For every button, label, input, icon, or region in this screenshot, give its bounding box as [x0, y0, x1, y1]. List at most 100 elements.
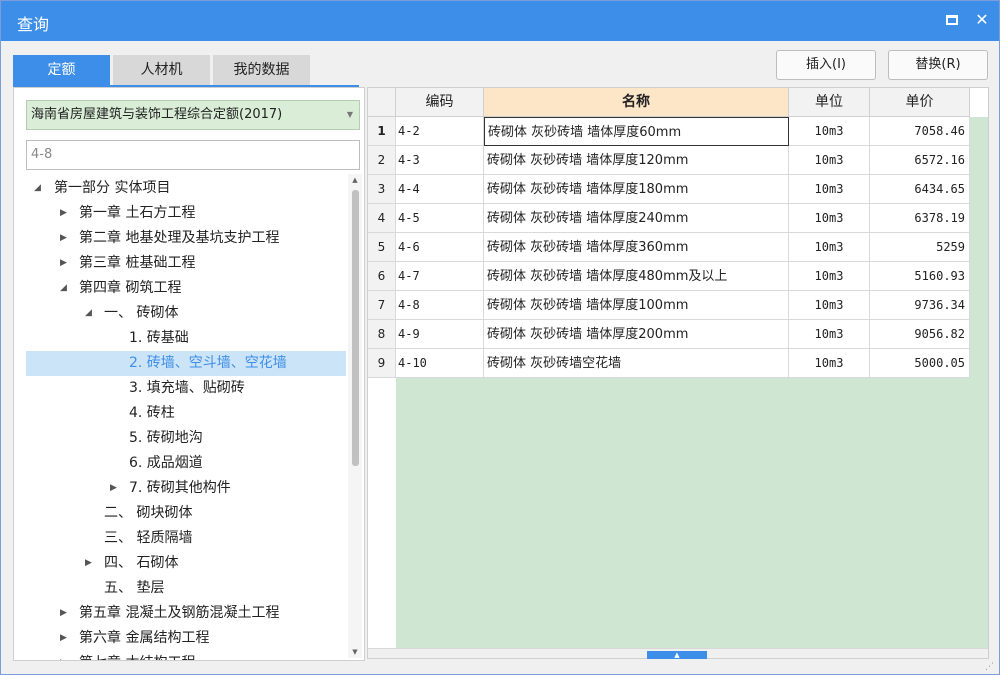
- quota-library-select[interactable]: 海南省房屋建筑与装饰工程综合定额(2017) ▼: [26, 100, 360, 130]
- tree-item-brick-column[interactable]: 4. 砖柱: [26, 401, 346, 426]
- tab-labor-material-machine[interactable]: 人材机: [113, 55, 210, 85]
- collapsed-icon[interactable]: ▶: [60, 651, 67, 660]
- tree-item-section-stone[interactable]: ▶ 四、 石砌体: [26, 551, 346, 576]
- close-icon[interactable]: ✕: [971, 9, 993, 31]
- tree-item-flue[interactable]: 6. 成品烟道: [26, 451, 346, 476]
- tree-item-chapter-5[interactable]: ▶ 第五章 混凝土及钢筋混凝土工程: [26, 601, 346, 626]
- cell-code[interactable]: 4-10: [396, 349, 484, 378]
- tree-item-section-cushion[interactable]: 五、 垫层: [26, 576, 346, 601]
- cell-price[interactable]: 5000.05: [870, 349, 970, 378]
- cell-unit[interactable]: 10m3: [789, 117, 870, 146]
- tab-quota[interactable]: 定额: [13, 55, 110, 85]
- maximize-icon[interactable]: [941, 9, 963, 31]
- cell-name[interactable]: 砖砌体 灰砂砖墙空花墙: [484, 349, 789, 378]
- tree-item-chapter-3[interactable]: ▶ 第三章 桩基础工程: [26, 251, 346, 276]
- table-row[interactable]: 5 4-6 砖砌体 灰砂砖墙 墙体厚度360mm 10m3 5259: [368, 233, 970, 262]
- chevron-down-icon[interactable]: ▼: [347, 101, 353, 129]
- cell-code[interactable]: 4-3: [396, 146, 484, 175]
- tree-item-chapter-4[interactable]: ◢ 第四章 砌筑工程: [26, 276, 346, 301]
- tree-item-chapter-6[interactable]: ▶ 第六章 金属结构工程: [26, 626, 346, 651]
- cell-name[interactable]: 砖砌体 灰砂砖墙 墙体厚度480mm及以上: [484, 262, 789, 291]
- scroll-down-icon[interactable]: ▼: [350, 648, 360, 656]
- cell-name[interactable]: 砖砌体 灰砂砖墙 墙体厚度120mm: [484, 146, 789, 175]
- table-row[interactable]: 7 4-8 砖砌体 灰砂砖墙 墙体厚度100mm 10m3 9736.34: [368, 291, 970, 320]
- replace-button[interactable]: 替换(R): [888, 50, 988, 80]
- collapsed-icon[interactable]: ▶: [60, 601, 67, 626]
- query-dialog: 查询 ✕ 定额 人材机 我的数据 插入(I) 替换(R) 海南省房屋建筑与装饰工…: [0, 0, 1000, 675]
- tree-scrollbar[interactable]: ▲ ▼: [348, 174, 362, 658]
- cell-name[interactable]: 砖砌体 灰砂砖墙 墙体厚度60mm: [484, 117, 789, 146]
- cell-unit[interactable]: 10m3: [789, 175, 870, 204]
- resize-grip-icon[interactable]: ⋰: [985, 661, 997, 673]
- cell-unit[interactable]: 10m3: [789, 349, 870, 378]
- column-header-price[interactable]: 单价: [870, 88, 970, 117]
- expanded-icon[interactable]: ◢: [60, 276, 67, 301]
- cell-name[interactable]: 砖砌体 灰砂砖墙 墙体厚度240mm: [484, 204, 789, 233]
- tree-item-chapter-1[interactable]: ▶ 第一章 土石方工程: [26, 201, 346, 226]
- cell-unit[interactable]: 10m3: [789, 204, 870, 233]
- scrollbar-thumb[interactable]: [352, 190, 359, 466]
- cell-price[interactable]: 9736.34: [870, 291, 970, 320]
- cell-unit[interactable]: 10m3: [789, 262, 870, 291]
- collapsed-icon[interactable]: ▶: [60, 251, 67, 276]
- collapsed-icon[interactable]: ▶: [110, 476, 117, 501]
- scroll-handle-icon[interactable]: ▲: [647, 651, 707, 659]
- expanded-icon[interactable]: ◢: [85, 301, 92, 326]
- tree-item-part-one[interactable]: ◢ 第一部分 实体项目: [26, 176, 346, 201]
- cell-code[interactable]: 4-4: [396, 175, 484, 204]
- cell-price[interactable]: 5160.93: [870, 262, 970, 291]
- cell-name[interactable]: 砖砌体 灰砂砖墙 墙体厚度360mm: [484, 233, 789, 262]
- tab-my-data[interactable]: 我的数据: [213, 55, 310, 85]
- tree-item-chapter-7[interactable]: ▶ 第七章 木结构工程: [26, 651, 346, 660]
- title-bar[interactable]: 查询 ✕: [1, 1, 999, 41]
- cell-code[interactable]: 4-9: [396, 320, 484, 349]
- tree-item-section-partition[interactable]: 三、 轻质隔墙: [26, 526, 346, 551]
- cell-price[interactable]: 7058.46: [870, 117, 970, 146]
- tree-item-brick-foundation[interactable]: 1. 砖基础: [26, 326, 346, 351]
- tree-item-other-brick[interactable]: ▶ 7. 砖砌其他构件: [26, 476, 346, 501]
- table-row[interactable]: 6 4-7 砖砌体 灰砂砖墙 墙体厚度480mm及以上 10m3 5160.93: [368, 262, 970, 291]
- search-input[interactable]: 4-8: [26, 140, 360, 170]
- cell-code[interactable]: 4-6: [396, 233, 484, 262]
- cell-code[interactable]: 4-7: [396, 262, 484, 291]
- cell-unit[interactable]: 10m3: [789, 320, 870, 349]
- insert-button[interactable]: 插入(I): [776, 50, 876, 80]
- table-row[interactable]: 3 4-4 砖砌体 灰砂砖墙 墙体厚度180mm 10m3 6434.65: [368, 175, 970, 204]
- collapsed-icon[interactable]: ▶: [60, 226, 67, 251]
- tree-item-brick-wall[interactable]: 2. 砖墙、空斗墙、空花墙: [26, 351, 346, 376]
- cell-name[interactable]: 砖砌体 灰砂砖墙 墙体厚度180mm: [484, 175, 789, 204]
- scroll-up-icon[interactable]: ▲: [350, 176, 360, 184]
- cell-price[interactable]: 6378.19: [870, 204, 970, 233]
- column-header-code[interactable]: 编码: [396, 88, 484, 117]
- cell-price[interactable]: 9056.82: [870, 320, 970, 349]
- tree-item-section-block[interactable]: 二、 砌块砌体: [26, 501, 346, 526]
- cell-price[interactable]: 5259: [870, 233, 970, 262]
- column-header-unit[interactable]: 单位: [789, 88, 870, 117]
- table-row[interactable]: 9 4-10 砖砌体 灰砂砖墙空花墙 10m3 5000.05: [368, 349, 970, 378]
- cell-code[interactable]: 4-8: [396, 291, 484, 320]
- cell-price[interactable]: 6572.16: [870, 146, 970, 175]
- table-row[interactable]: 8 4-9 砖砌体 灰砂砖墙 墙体厚度200mm 10m3 9056.82: [368, 320, 970, 349]
- table-horizontal-scrollbar[interactable]: ▲: [368, 648, 988, 659]
- collapsed-icon[interactable]: ▶: [85, 551, 92, 576]
- cell-unit[interactable]: 10m3: [789, 233, 870, 262]
- tree-item-section-brick[interactable]: ◢ 一、 砖砌体: [26, 301, 346, 326]
- table-row[interactable]: 4 4-5 砖砌体 灰砂砖墙 墙体厚度240mm 10m3 6378.19: [368, 204, 970, 233]
- cell-name[interactable]: 砖砌体 灰砂砖墙 墙体厚度200mm: [484, 320, 789, 349]
- cell-code[interactable]: 4-2: [396, 117, 484, 146]
- cell-price[interactable]: 6434.65: [870, 175, 970, 204]
- table-row[interactable]: 2 4-3 砖砌体 灰砂砖墙 墙体厚度120mm 10m3 6572.16: [368, 146, 970, 175]
- collapsed-icon[interactable]: ▶: [60, 201, 67, 226]
- collapsed-icon[interactable]: ▶: [60, 626, 67, 651]
- tree-item-chapter-2[interactable]: ▶ 第二章 地基处理及基坑支护工程: [26, 226, 346, 251]
- table-row[interactable]: 1 4-2 砖砌体 灰砂砖墙 墙体厚度60mm 10m3 7058.46: [368, 117, 970, 146]
- cell-code[interactable]: 4-5: [396, 204, 484, 233]
- cell-name[interactable]: 砖砌体 灰砂砖墙 墙体厚度100mm: [484, 291, 789, 320]
- row-number: 5: [368, 233, 396, 262]
- cell-unit[interactable]: 10m3: [789, 146, 870, 175]
- cell-unit[interactable]: 10m3: [789, 291, 870, 320]
- column-header-name[interactable]: 名称: [484, 88, 789, 117]
- tree-item-brick-trench[interactable]: 5. 砖砌地沟: [26, 426, 346, 451]
- tree-item-infill-wall[interactable]: 3. 填充墙、贴砌砖: [26, 376, 346, 401]
- expanded-icon[interactable]: ◢: [34, 176, 41, 201]
